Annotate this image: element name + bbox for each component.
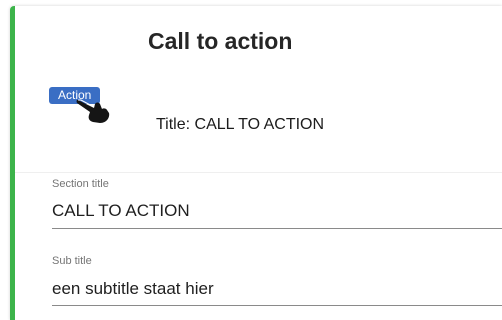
card-title: Call to action [148, 28, 293, 54]
card-accent-bar [10, 6, 15, 320]
hand-pointer-icon [76, 99, 110, 123]
sub-title-underline [52, 305, 502, 306]
component-editor: Call to action Action Title: CALL TO ACT… [0, 0, 502, 320]
section-title-underline [52, 228, 502, 229]
preview-title-text: Title: CALL TO ACTION [156, 116, 325, 133]
sub-title-label: Sub title [52, 255, 92, 267]
divider [15, 172, 502, 173]
section-title-input[interactable] [52, 199, 492, 223]
sub-title-input[interactable] [52, 277, 492, 301]
section-title-label: Section title [52, 178, 109, 190]
